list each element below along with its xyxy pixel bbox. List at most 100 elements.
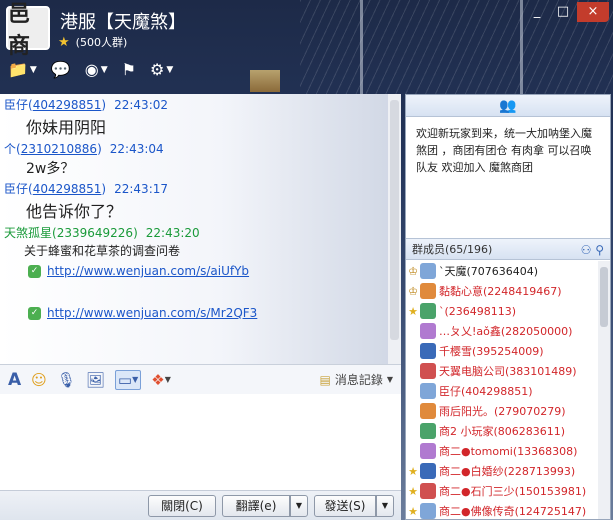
history-label: 消息記錄	[334, 373, 383, 387]
avatar	[420, 443, 436, 459]
link-row: ✓ http://www.wenjuan.com/s/aiUfYb	[28, 264, 249, 278]
sender-id-link[interactable]: 404298851	[33, 98, 102, 112]
voice-icon[interactable]: 🎙	[57, 371, 76, 389]
screenshot-icon[interactable]: ▭ ▼	[114, 369, 142, 390]
scroll-thumb[interactable]	[390, 100, 399, 340]
member-scrollbar[interactable]	[598, 261, 610, 519]
avatar	[420, 463, 436, 479]
member-row[interactable]: 臣仔(404298851)	[406, 381, 598, 401]
top-toolbar: 📁 ▼ 💬 ◉ ▼ ⚑ ⚙ ▼	[8, 60, 173, 79]
font-icon[interactable]: A	[8, 370, 21, 390]
star-icon: ★	[408, 464, 418, 478]
translate-button[interactable]: 翻譯(e)	[222, 495, 290, 517]
member-row[interactable]: ♔ `天魔(707636404)	[406, 261, 598, 281]
safe-shield-icon: ✓	[28, 264, 41, 278]
group-avatar[interactable]: 邑商	[6, 1, 50, 59]
translate-dropdown[interactable]: ▼	[290, 495, 308, 517]
star-icon: ★	[408, 484, 418, 498]
member-name: 商二●tomomi(13368308)	[439, 445, 578, 458]
video-icon[interactable]: ◉ ▼	[85, 60, 108, 79]
member-row[interactable]: ★ 商二●白婚纱(228713993)	[406, 461, 598, 481]
survey-link[interactable]: http://www.wenjuan.com/s/Mr2QF3	[47, 306, 257, 320]
survey-link[interactable]: http://www.wenjuan.com/s/aiUfYb	[47, 264, 249, 278]
message-area: 臣仔(404298851) 22:43:02 你妹用阴阳 个(2310210886…	[0, 94, 401, 364]
search-icon[interactable]: ⚲	[595, 243, 604, 257]
member-name: `天魔(707636404)	[439, 265, 539, 278]
announcement-header: 👥	[406, 95, 610, 117]
settings-icon[interactable]: ⚙ ▼	[150, 60, 173, 79]
star-icon: ★	[408, 304, 418, 318]
avatar	[420, 483, 436, 499]
member-name: 商二●佛像传奇(124725147)	[439, 505, 587, 518]
member-row[interactable]: 商2 小玩家(806283611)	[406, 421, 598, 441]
image-icon[interactable]: 🖼	[86, 371, 105, 389]
avatar	[420, 303, 436, 319]
chat-scrollbar[interactable]	[388, 94, 401, 364]
member-name: 黏黏心意(2248419467)	[439, 285, 562, 298]
input-toolbar: A ☺ 🎙 🖼 ▭ ▼ ❖ ▼ ▤ 消息記錄 ▼	[0, 364, 401, 394]
skyline-building	[250, 70, 280, 92]
avatar	[420, 383, 436, 399]
member-name: 天翼电脑公司(383101489)	[439, 365, 577, 378]
message-header: 个(2310210886) 22:43:04	[4, 142, 164, 156]
member-name: 商二●白婚纱(228713993)	[439, 465, 576, 478]
bottom-bar: 關閉(C) 翻譯(e) ▼ 發送(S) ▼	[0, 490, 401, 520]
member-row[interactable]: 天翼电脑公司(383101489)	[406, 361, 598, 381]
close-chat-button[interactable]: 關閉(C)	[148, 495, 216, 517]
star-icon: ★	[58, 34, 70, 50]
member-name: 商2 小玩家(806283611)	[439, 425, 566, 438]
maximize-button[interactable]: □	[551, 2, 575, 22]
add-member-icon[interactable]: ⚇	[581, 243, 592, 257]
message-header: 臣仔(404298851) 22:43:17	[4, 182, 169, 196]
owner-icon: ♔	[408, 264, 418, 278]
add-chat-icon[interactable]: 💬	[51, 60, 71, 79]
member-row[interactable]: ★ 商二●石门三少(150153981)	[406, 481, 598, 501]
member-name: `(236498113)	[439, 304, 517, 318]
bridge-cable	[360, 0, 363, 95]
avatar	[420, 363, 436, 379]
member-row[interactable]: 千樱雪(395254009)	[406, 341, 598, 361]
message-time: 22:43:04	[109, 142, 164, 156]
emoji-icon[interactable]: ☺	[31, 371, 47, 389]
window-controls: _ □ ×	[525, 2, 609, 22]
message-time: 22:43:02	[114, 98, 169, 112]
avatar	[420, 403, 436, 419]
members-count: 群成员(65/196)	[412, 243, 493, 256]
message-body: 关于蜂蜜和花草茶的调查问卷	[24, 244, 181, 258]
member-row[interactable]: ♔ 黏黏心意(2248419467)	[406, 281, 598, 301]
history-button[interactable]: ▤ 消息記錄 ▼	[319, 371, 393, 388]
folder-icon[interactable]: 📁 ▼	[8, 60, 37, 79]
avatar	[420, 503, 436, 519]
message-input[interactable]	[0, 394, 401, 490]
sender-name: 臣仔	[4, 98, 29, 112]
chevron-down-icon: ▼	[386, 375, 393, 384]
sender-id[interactable]: 2339649226	[57, 226, 133, 240]
member-row[interactable]: …ㄆ乂!aǒ鑫(282050000)	[406, 321, 598, 341]
broadcast-icon[interactable]: ⚑	[122, 60, 136, 79]
send-dropdown[interactable]: ▼	[376, 495, 394, 517]
minimize-button[interactable]: _	[525, 2, 549, 22]
announcement-text: 欢迎新玩家到来，统一大加呐堡入魔煞团 ，商团有团仓 有肉拿 可以召唤队友 欢迎加…	[416, 127, 592, 174]
history-icon: ▤	[319, 372, 331, 387]
sticker-icon[interactable]: ❖ ▼	[151, 371, 171, 389]
side-panel: 👥 欢迎新玩家到来，统一大加呐堡入魔煞团 ，商团有团仓 有肉拿 可以召唤队友 欢…	[405, 94, 611, 520]
scroll-thumb[interactable]	[600, 267, 608, 327]
avatar	[420, 323, 436, 339]
group-members-icon: 👥	[499, 98, 517, 114]
send-button[interactable]: 發送(S)	[314, 495, 376, 517]
sender-id-link[interactable]: 404298851	[33, 182, 102, 196]
sender-id-link[interactable]: 2310210886	[21, 142, 97, 156]
member-row[interactable]: ★ 商二●佛像传奇(124725147)	[406, 501, 598, 520]
message-time: 22:43:17	[114, 182, 169, 196]
avatar	[420, 343, 436, 359]
sender-name: 臣仔	[4, 182, 29, 196]
members-header: 群成员(65/196) ⚇ ⚲	[406, 238, 610, 260]
message-header: 臣仔(404298851) 22:43:02	[4, 98, 169, 112]
owner-icon: ♔	[408, 284, 418, 298]
star-icon: ★	[408, 504, 418, 518]
member-row[interactable]: ★ `(236498113)	[406, 301, 598, 321]
close-button[interactable]: ×	[577, 2, 609, 22]
member-row[interactable]: 商二●tomomi(13368308)	[406, 441, 598, 461]
member-row[interactable]: 雨后阳光。(279070279)	[406, 401, 598, 421]
avatar	[420, 283, 436, 299]
